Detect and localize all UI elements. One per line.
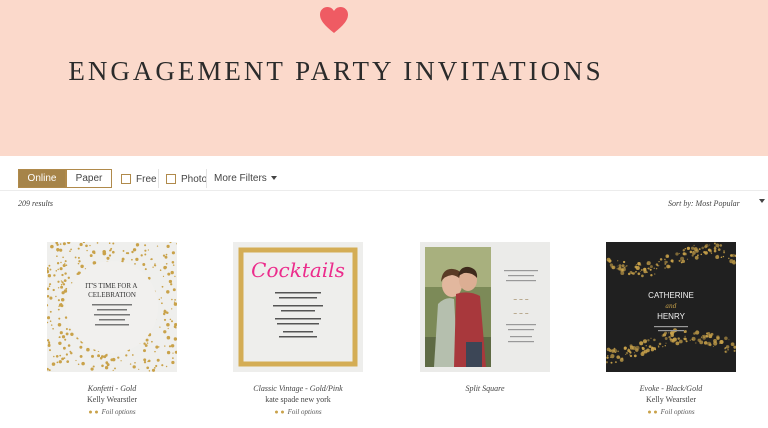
sort-dropdown[interactable]: Sort by: Most Popular <box>668 199 768 208</box>
cocktails-headline: Cocktails <box>251 258 345 282</box>
konfetti-headline: IT'S TIME FOR A CELEBRATION <box>85 282 139 299</box>
card-name[interactable]: Evoke - Black/Gold <box>586 383 756 394</box>
chevron-down-icon <box>759 199 765 203</box>
evoke-name-1: CATHERINE <box>648 291 694 300</box>
couple-name-2: ~ ~ ~ <box>513 311 529 317</box>
more-filters-label: More Filters <box>214 173 267 184</box>
card-meta-split-square: Split Square <box>400 383 570 394</box>
filter-bar: Online Paper Free Photo More Filters <box>0 163 768 191</box>
card-designer: kate spade new york <box>265 395 331 404</box>
chevron-down-icon <box>270 176 277 181</box>
card-designer: Kelly Wearstler <box>86 395 138 404</box>
photo-label: Photo <box>181 173 208 185</box>
evoke-artwork: CATHERINE and HENRY <box>606 242 736 364</box>
foil-options: ● ● Foil options <box>88 408 136 416</box>
free-filter[interactable]: Free <box>121 172 157 186</box>
foil-options: ● ● Foil options <box>647 408 695 416</box>
card-meta-konfetti: Konfetti - Gold Kelly Wearstler ● ● Foil … <box>27 383 197 418</box>
divider <box>158 169 159 188</box>
photo-filter[interactable]: Photo <box>166 172 207 186</box>
invitation-card-konfetti[interactable]: IT'S TIME FOR A CELEBRATION <box>47 242 177 372</box>
divider <box>206 169 207 188</box>
split-square-artwork: ~ ~ ~ ~ ~ ~ <box>420 242 550 372</box>
evoke-conjunction: and <box>665 303 676 310</box>
card-meta-evoke: Evoke - Black/Gold Kelly Wearstler ● ● Fo… <box>586 383 756 418</box>
heart-icon <box>320 7 348 33</box>
free-label: Free <box>136 173 157 185</box>
page-title: ENGAGEMENT PARTY INVITATIONS <box>68 56 604 86</box>
foil-swatch-icon: ● ● <box>274 408 285 416</box>
classic-vintage-artwork: Cocktails <box>238 247 358 367</box>
sort-label: Sort by: Most Popular <box>668 199 740 208</box>
foil-swatch-icon: ● ● <box>647 408 658 416</box>
invitation-card-evoke[interactable]: CATHERINE and HENRY <box>606 242 736 372</box>
more-filters-button[interactable]: More Filters <box>214 172 277 185</box>
card-name[interactable]: Classic Vintage - Gold/Pink <box>213 383 383 394</box>
card-designer: Kelly Wearstler <box>645 395 697 404</box>
invitation-card-classic-vintage[interactable]: Cocktails <box>233 242 363 372</box>
free-checkbox[interactable] <box>121 174 131 184</box>
couple-name-1: ~ ~ ~ <box>513 297 529 303</box>
card-meta-classic-vintage: Classic Vintage - Gold/Pink kate spade n… <box>213 383 383 418</box>
card-name[interactable]: Konfetti - Gold <box>27 383 197 394</box>
foil-swatch-icon: ● ● <box>88 408 99 416</box>
card-name[interactable]: Split Square <box>400 383 570 394</box>
results-count: 209 results <box>18 199 54 208</box>
photo-checkbox[interactable] <box>166 174 176 184</box>
online-toggle[interactable]: Online <box>18 169 66 188</box>
evoke-name-2: HENRY <box>657 312 686 321</box>
konfetti-artwork: IT'S TIME FOR A CELEBRATION <box>47 242 177 372</box>
invitation-card-split-square[interactable]: ~ ~ ~ ~ ~ ~ <box>420 242 550 372</box>
foil-options: ● ● Foil options <box>274 408 322 416</box>
hero-banner: ENGAGEMENT PARTY INVITATIONS <box>0 0 768 156</box>
paper-toggle[interactable]: Paper <box>66 169 112 188</box>
